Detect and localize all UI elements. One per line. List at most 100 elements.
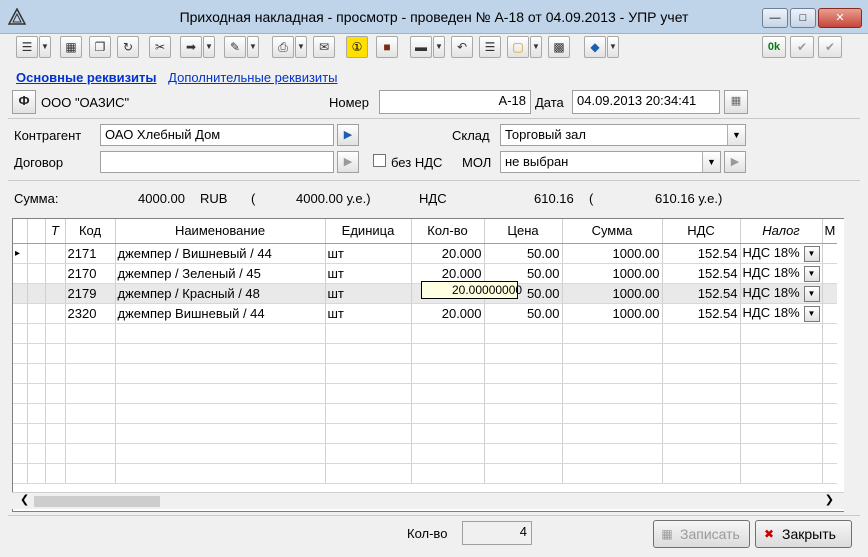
cell-code[interactable]: 2179 — [65, 283, 116, 304]
cell-blank[interactable] — [27, 463, 46, 484]
cell-type[interactable] — [45, 443, 66, 464]
horizontal-scrollbar[interactable]: ❮ ❯ — [12, 492, 844, 509]
cell-blank[interactable] — [27, 383, 46, 404]
cell-sum[interactable] — [562, 323, 663, 344]
cell-blank[interactable] — [27, 263, 46, 284]
cell-vat[interactable]: 152.54 — [662, 283, 741, 304]
cell-tax[interactable] — [740, 403, 823, 424]
row-indicator[interactable] — [13, 463, 28, 484]
table-row[interactable] — [13, 443, 838, 464]
refresh-icon[interactable]: ↻ — [117, 36, 139, 58]
cell-unit[interactable] — [325, 383, 412, 404]
chevron-down-icon[interactable]: ▼ — [433, 36, 445, 58]
cell-more[interactable] — [822, 463, 838, 484]
cut-icon[interactable]: ✂ — [149, 36, 171, 58]
cell-more[interactable] — [822, 243, 838, 264]
row-indicator[interactable]: ▸ — [13, 243, 28, 264]
cell-tax[interactable] — [740, 463, 823, 484]
cell-price[interactable] — [484, 463, 563, 484]
cell-blank[interactable] — [27, 443, 46, 464]
table-row[interactable] — [13, 343, 838, 364]
date-field[interactable]: 04.09.2013 20:34:41 — [572, 90, 720, 114]
chevron-down-icon[interactable]: ▼ — [702, 152, 720, 172]
cell-type[interactable] — [45, 343, 66, 364]
cell-unit[interactable] — [325, 463, 412, 484]
cell-code[interactable] — [65, 383, 116, 404]
cell-name[interactable] — [115, 323, 326, 344]
cell-name[interactable] — [115, 403, 326, 424]
cell-vat[interactable] — [662, 363, 741, 384]
column-header-qty[interactable]: Кол-во — [411, 219, 485, 244]
cell-vat[interactable] — [662, 383, 741, 404]
cell-name[interactable]: джемпер / Красный / 48 — [115, 283, 326, 304]
mol-select[interactable]: не выбран ▼ — [500, 151, 721, 173]
cell-qty[interactable] — [411, 443, 485, 464]
copy-document-icon[interactable]: ❐ — [89, 36, 111, 58]
cell-qty[interactable] — [411, 403, 485, 424]
cell-qty[interactable] — [411, 423, 485, 444]
cell-code[interactable]: 2171 — [65, 243, 116, 264]
cell-more[interactable] — [822, 363, 838, 384]
cell-vat[interactable] — [662, 423, 741, 444]
cell-sum[interactable] — [562, 363, 663, 384]
row-indicator[interactable] — [13, 343, 28, 364]
chevron-down-icon[interactable]: ▼ — [247, 36, 259, 58]
chevron-down-icon[interactable]: ▼ — [39, 36, 51, 58]
warehouse-select[interactable]: Торговый зал ▼ — [500, 124, 746, 146]
cell-qty[interactable] — [411, 383, 485, 404]
cell-tax[interactable]: НДС 18% ▼ — [740, 243, 823, 264]
network-icon[interactable]: ◆ — [584, 36, 606, 58]
chevron-down-icon[interactable]: ▼ — [803, 265, 820, 282]
cell-type[interactable] — [45, 383, 66, 404]
cell-more[interactable] — [822, 263, 838, 284]
cell-blank[interactable] — [27, 423, 46, 444]
cell-price[interactable]: 50.00 — [484, 303, 563, 324]
table-row[interactable] — [13, 403, 838, 424]
cell-blank[interactable] — [27, 283, 46, 304]
cell-qty[interactable] — [411, 463, 485, 484]
cell-code[interactable] — [65, 363, 116, 384]
cell-sum[interactable]: 1000.00 — [562, 283, 663, 304]
cell-qty[interactable]: 20.000 — [411, 303, 485, 324]
counterparty-select-icon[interactable]: ▶ — [337, 124, 359, 146]
cell-type[interactable] — [45, 323, 66, 344]
cell-type[interactable] — [45, 403, 66, 424]
number-field[interactable]: А-18 — [379, 90, 531, 114]
cell-more[interactable] — [822, 343, 838, 364]
table-row[interactable]: 2320 джемпер Вишневый / 44 шт 20.000 50.00 10… — [13, 303, 838, 324]
table-row[interactable] — [13, 323, 838, 344]
ok-button[interactable]: 0k — [762, 36, 786, 58]
cell-tax[interactable]: НДС 18% ▼ — [740, 283, 823, 304]
cell-sum[interactable]: 1000.00 — [562, 303, 663, 324]
cell-more[interactable] — [822, 323, 838, 344]
list-menu-icon[interactable]: ☰ — [16, 36, 38, 58]
cell-more[interactable] — [822, 443, 838, 464]
cell-unit[interactable] — [325, 443, 412, 464]
cell-unit[interactable]: шт — [325, 283, 412, 304]
cell-unit[interactable]: шт — [325, 303, 412, 324]
table-row[interactable] — [13, 383, 838, 404]
envelope-icon[interactable]: ▬ — [410, 36, 432, 58]
table-row[interactable] — [13, 423, 838, 444]
scrollbar-thumb[interactable] — [34, 496, 160, 507]
scroll-left-icon[interactable]: ❮ — [20, 493, 29, 506]
cell-vat[interactable]: 152.54 — [662, 303, 741, 324]
cell-name[interactable] — [115, 423, 326, 444]
cell-sum[interactable] — [562, 463, 663, 484]
cell-name[interactable]: джемпер / Зеленый / 45 — [115, 263, 326, 284]
cell-type[interactable] — [45, 463, 66, 484]
table-view-icon[interactable]: ▦ — [60, 36, 82, 58]
cell-type[interactable] — [45, 243, 66, 264]
row-indicator[interactable] — [13, 443, 28, 464]
printer-icon[interactable]: ⎙ — [272, 36, 294, 58]
table-row[interactable]: ▸ 2171 джемпер / Вишневый / 44 шт 20.000 50.0… — [13, 243, 838, 264]
chevron-down-icon[interactable]: ▼ — [203, 36, 215, 58]
cell-type[interactable] — [45, 263, 66, 284]
cell-vat[interactable] — [662, 443, 741, 464]
cell-qty[interactable] — [411, 323, 485, 344]
scroll-right-icon[interactable]: ❯ — [825, 493, 834, 506]
cell-unit[interactable]: шт — [325, 243, 412, 264]
table-row[interactable]: 2170 джемпер / Зеленый / 45 шт 20.000 50.00 1… — [13, 263, 838, 284]
cell-type[interactable] — [45, 423, 66, 444]
cell-qty[interactable]: 20.000 — [411, 243, 485, 264]
